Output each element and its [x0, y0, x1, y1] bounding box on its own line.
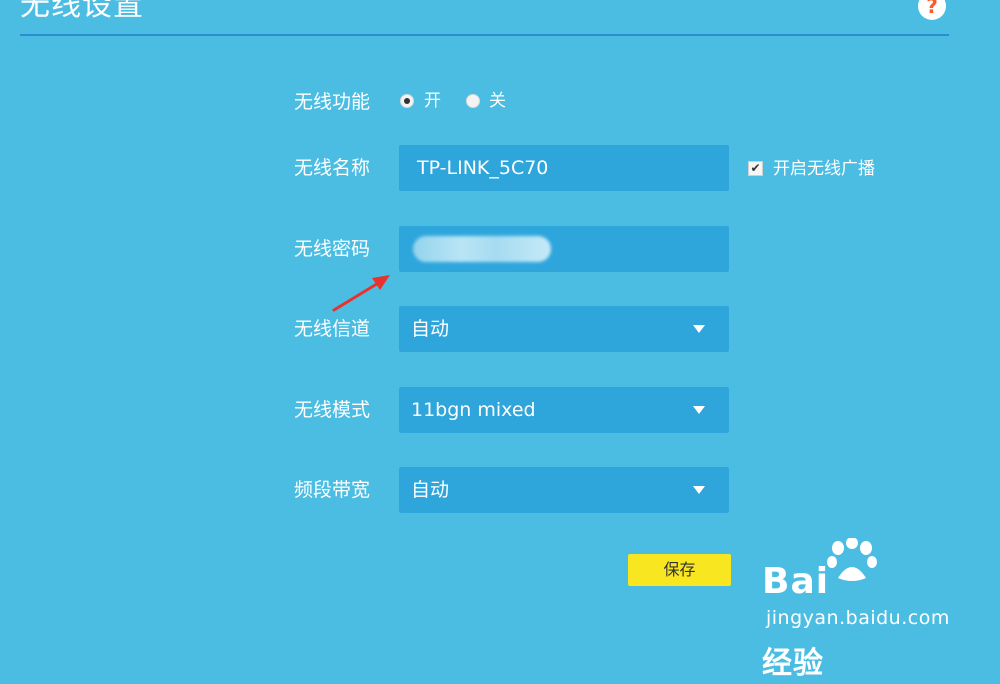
bandwidth-value: 自动	[411, 479, 450, 501]
wireless-function-label: 无线功能	[294, 91, 371, 113]
ssid-label: 无线名称	[294, 157, 371, 179]
radio-off[interactable]	[466, 94, 480, 108]
dropdown-caret-icon	[693, 325, 705, 333]
dropdown-caret-icon	[693, 406, 705, 414]
broadcast-checkbox[interactable]: ✔	[748, 161, 763, 176]
radio-on[interactable]	[400, 94, 414, 108]
mode-select[interactable]: 11bgn mixed	[399, 387, 729, 433]
ssid-value: TP-LINK_5C70	[417, 157, 549, 179]
header-divider	[20, 34, 949, 36]
radio-off-label: 关	[489, 91, 506, 111]
bandwidth-select[interactable]: 自动	[399, 467, 729, 513]
save-button[interactable]: 保存	[628, 554, 731, 586]
page-title: 无线设置	[20, 0, 144, 23]
broadcast-label: 开启无线广播	[773, 159, 875, 179]
password-input[interactable]	[399, 226, 729, 272]
mode-label: 无线模式	[294, 399, 371, 421]
radio-on-label: 开	[424, 91, 441, 111]
dropdown-caret-icon	[693, 486, 705, 494]
help-icon[interactable]: ?	[918, 0, 946, 20]
password-label: 无线密码	[294, 238, 371, 260]
bandwidth-label: 频段带宽	[294, 479, 371, 501]
password-blurred-value	[413, 236, 551, 262]
annotation-arrow-icon	[332, 275, 390, 312]
watermark-url: jingyan.baidu.com	[766, 607, 950, 629]
checkbox-check-icon: ✔	[750, 161, 761, 175]
baidu-paw-icon	[827, 538, 877, 581]
channel-select[interactable]: 自动	[399, 306, 729, 352]
channel-value: 自动	[411, 318, 450, 340]
channel-label: 无线信道	[294, 318, 371, 340]
ssid-input[interactable]: TP-LINK_5C70	[399, 145, 729, 191]
mode-value: 11bgn mixed	[411, 399, 536, 421]
